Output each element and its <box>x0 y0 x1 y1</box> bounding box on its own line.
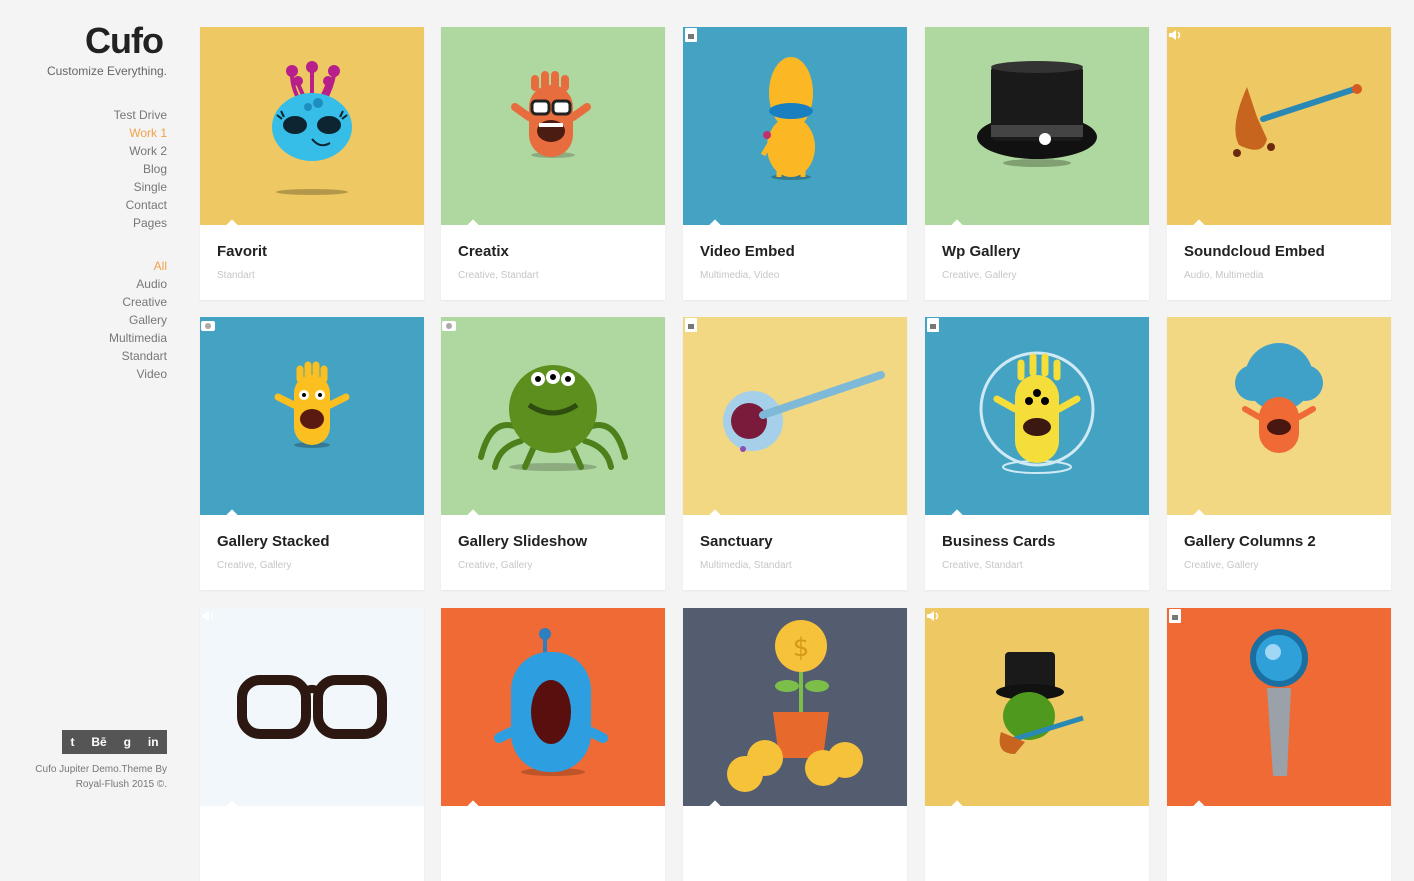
social-links: t Bē g in <box>62 730 167 754</box>
portfolio-card[interactable] <box>925 608 1149 881</box>
card-thumbnail[interactable] <box>683 317 907 515</box>
svg-text:$: $ <box>793 633 810 663</box>
card-title[interactable]: Sanctuary <box>700 533 773 550</box>
card-thumbnail[interactable] <box>441 317 665 515</box>
card-thumbnail[interactable] <box>925 608 1149 806</box>
filter-creative[interactable]: Creative <box>109 293 167 311</box>
nav-item-blog[interactable]: Blog <box>114 160 167 178</box>
card-title[interactable]: Business Cards <box>942 533 1055 550</box>
card-title[interactable]: Gallery Columns 2 <box>1184 533 1316 550</box>
site-logo[interactable]: Cufo <box>85 20 164 62</box>
portfolio-card[interactable]: Creatix Creative, Standart <box>441 27 665 300</box>
card-title[interactable]: Gallery Slideshow <box>458 533 587 550</box>
card-title[interactable]: Gallery Stacked <box>217 533 330 550</box>
card-thumbnail[interactable] <box>683 27 907 225</box>
portfolio-card[interactable]: Business Cards Creative, Standart <box>925 317 1149 590</box>
filter-video[interactable]: Video <box>109 365 167 383</box>
portfolio-card[interactable]: Gallery Columns 2 Creative, Gallery <box>1167 317 1391 590</box>
card-categories: Creative, Standart <box>458 270 539 281</box>
twitter-icon[interactable]: t <box>70 735 74 749</box>
sidebar: Cufo Customize Everything. Test Drive Wo… <box>0 0 190 818</box>
portfolio-filters: All Audio Creative Gallery Multimedia St… <box>109 257 167 383</box>
portfolio-card[interactable] <box>1167 608 1391 881</box>
video-icon <box>685 318 697 332</box>
filter-multimedia[interactable]: Multimedia <box>109 329 167 347</box>
card-thumbnail[interactable] <box>200 317 424 515</box>
card-title[interactable]: Favorit <box>217 243 267 260</box>
card-categories: Multimedia, Video <box>700 270 780 281</box>
filter-standart[interactable]: Standart <box>109 347 167 365</box>
card-title[interactable]: Video Embed <box>700 243 795 260</box>
linkedin-icon[interactable]: in <box>148 735 159 749</box>
behance-icon[interactable]: Bē <box>91 735 106 749</box>
video-icon <box>1169 609 1181 623</box>
nav-item-single[interactable]: Single <box>114 178 167 196</box>
card-thumbnail[interactable] <box>200 608 424 806</box>
card-artwork-top-hat-icon <box>977 61 1097 167</box>
card-title[interactable]: Creatix <box>458 243 509 260</box>
card-thumbnail[interactable] <box>200 27 424 225</box>
portfolio-card[interactable] <box>441 608 665 881</box>
filter-audio[interactable]: Audio <box>109 275 167 293</box>
google-icon[interactable]: g <box>124 735 131 749</box>
card-categories: Audio, Multimedia <box>1184 270 1264 281</box>
main-nav: Test Drive Work 1 Work 2 Blog Single Con… <box>114 106 167 232</box>
card-categories: Creative, Gallery <box>458 560 533 571</box>
gallery-icon <box>442 321 456 331</box>
portfolio-card[interactable]: $ <box>683 608 907 881</box>
card-categories: Multimedia, Standart <box>700 560 792 571</box>
video-icon <box>685 28 697 42</box>
video-icon <box>927 318 939 332</box>
portfolio-card[interactable]: Gallery Slideshow Creative, Gallery <box>441 317 665 590</box>
card-thumbnail-bg <box>1167 27 1391 225</box>
portfolio-card[interactable] <box>200 608 424 881</box>
card-title[interactable]: Wp Gallery <box>942 243 1020 260</box>
portfolio-card[interactable]: Gallery Stacked Creative, Gallery <box>200 317 424 590</box>
nav-item-work-1[interactable]: Work 1 <box>114 124 167 142</box>
audio-icon <box>202 611 214 621</box>
copyright: Cufo Jupiter Demo.Theme By Royal-Flush 2… <box>7 762 167 792</box>
portfolio-card[interactable]: Soundcloud Embed Audio, Multimedia <box>1167 27 1391 300</box>
card-categories: Creative, Gallery <box>942 270 1017 281</box>
card-thumbnail[interactable] <box>1167 27 1391 225</box>
card-categories: Creative, Gallery <box>1184 560 1259 571</box>
site-tagline: Customize Everything. <box>46 64 167 78</box>
portfolio-card[interactable]: Wp Gallery Creative, Gallery <box>925 27 1149 300</box>
filter-gallery[interactable]: Gallery <box>109 311 167 329</box>
portfolio-card[interactable]: Sanctuary Multimedia, Standart <box>683 317 907 590</box>
card-categories: Creative, Gallery <box>217 560 292 571</box>
nav-item-pages[interactable]: Pages <box>114 214 167 232</box>
copyright-line-2: Royal-Flush 2015 ©. <box>75 779 167 790</box>
nav-item-test-drive[interactable]: Test Drive <box>114 106 167 124</box>
nav-item-contact[interactable]: Contact <box>114 196 167 214</box>
card-thumbnail-bg <box>683 317 907 515</box>
card-thumbnail[interactable] <box>925 27 1149 225</box>
card-categories: Standart <box>217 270 255 281</box>
filter-all[interactable]: All <box>109 257 167 275</box>
audio-icon <box>927 611 939 621</box>
card-thumbnail-bg <box>200 608 424 806</box>
card-thumbnail[interactable]: $ <box>683 608 907 806</box>
audio-icon <box>1169 30 1181 40</box>
card-thumbnail[interactable] <box>925 317 1149 515</box>
card-thumbnail[interactable] <box>441 27 665 225</box>
card-thumbnail[interactable] <box>1167 608 1391 806</box>
portfolio-card[interactable]: Video Embed Multimedia, Video <box>683 27 907 300</box>
gallery-icon <box>201 321 215 331</box>
card-categories: Creative, Standart <box>942 560 1023 571</box>
copyright-line-1: Cufo Jupiter Demo.Theme By <box>35 764 167 775</box>
card-thumbnail[interactable] <box>441 608 665 806</box>
card-thumbnail[interactable] <box>1167 317 1391 515</box>
portfolio-card[interactable]: Favorit Standart <box>200 27 424 300</box>
nav-item-work-2[interactable]: Work 2 <box>114 142 167 160</box>
card-title[interactable]: Soundcloud Embed <box>1184 243 1325 260</box>
